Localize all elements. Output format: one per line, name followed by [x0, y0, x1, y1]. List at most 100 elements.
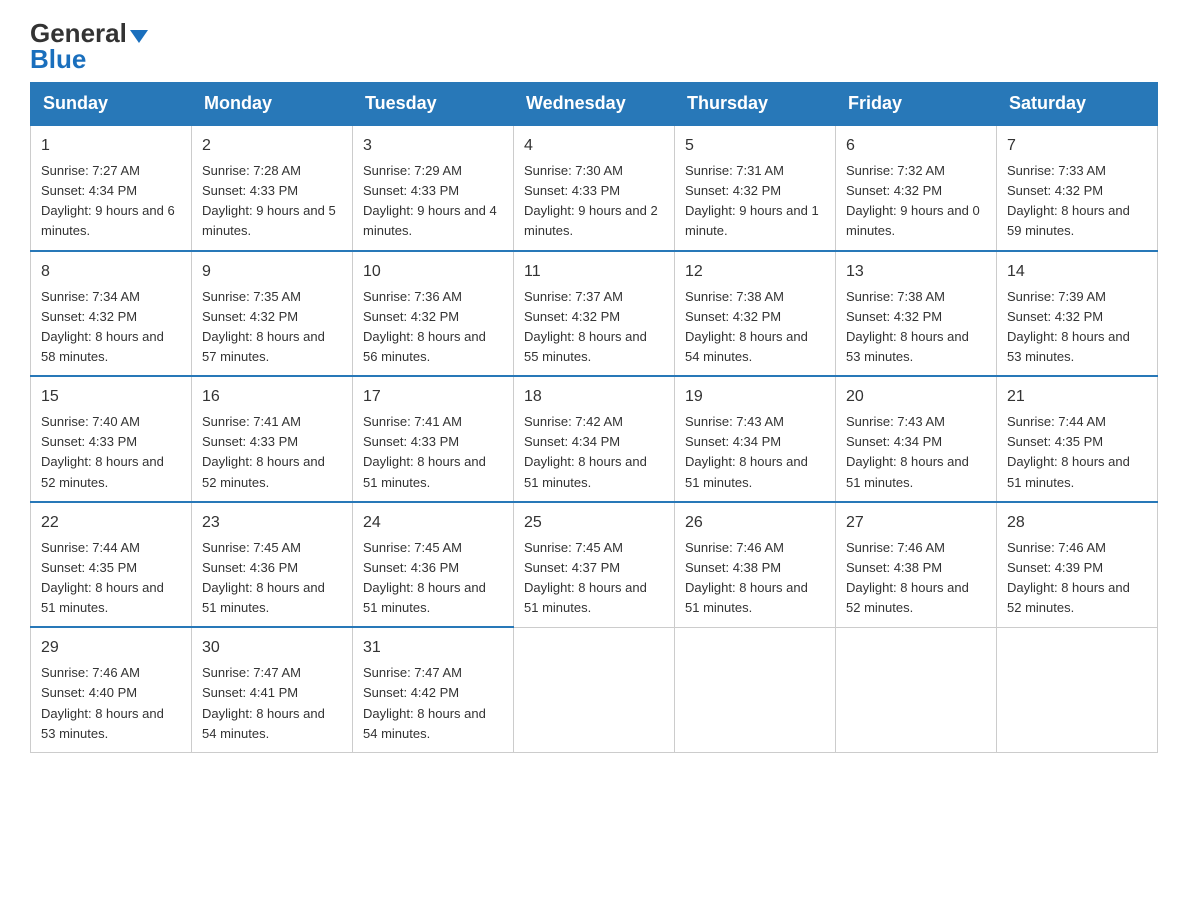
day-number: 31	[363, 636, 503, 660]
calendar-day-cell: 16 Sunrise: 7:41 AM Sunset: 4:33 PM Dayl…	[192, 376, 353, 502]
day-info: Sunrise: 7:33 AM Sunset: 4:32 PM Dayligh…	[1007, 161, 1147, 242]
day-info: Sunrise: 7:46 AM Sunset: 4:38 PM Dayligh…	[846, 538, 986, 619]
day-info: Sunrise: 7:42 AM Sunset: 4:34 PM Dayligh…	[524, 412, 664, 493]
day-number: 7	[1007, 134, 1147, 158]
day-info: Sunrise: 7:46 AM Sunset: 4:39 PM Dayligh…	[1007, 538, 1147, 619]
calendar-day-cell: 4 Sunrise: 7:30 AM Sunset: 4:33 PM Dayli…	[514, 125, 675, 251]
calendar-day-cell: 25 Sunrise: 7:45 AM Sunset: 4:37 PM Dayl…	[514, 502, 675, 628]
day-info: Sunrise: 7:27 AM Sunset: 4:34 PM Dayligh…	[41, 161, 181, 242]
day-number: 1	[41, 134, 181, 158]
calendar-day-cell: 26 Sunrise: 7:46 AM Sunset: 4:38 PM Dayl…	[675, 502, 836, 628]
day-info: Sunrise: 7:32 AM Sunset: 4:32 PM Dayligh…	[846, 161, 986, 242]
day-info: Sunrise: 7:43 AM Sunset: 4:34 PM Dayligh…	[685, 412, 825, 493]
calendar-day-cell: 3 Sunrise: 7:29 AM Sunset: 4:33 PM Dayli…	[353, 125, 514, 251]
calendar-week-row: 15 Sunrise: 7:40 AM Sunset: 4:33 PM Dayl…	[31, 376, 1158, 502]
logo-triangle-icon	[130, 30, 148, 43]
day-number: 26	[685, 511, 825, 535]
day-number: 18	[524, 385, 664, 409]
day-info: Sunrise: 7:45 AM Sunset: 4:36 PM Dayligh…	[202, 538, 342, 619]
day-number: 24	[363, 511, 503, 535]
day-info: Sunrise: 7:39 AM Sunset: 4:32 PM Dayligh…	[1007, 287, 1147, 368]
calendar-week-row: 29 Sunrise: 7:46 AM Sunset: 4:40 PM Dayl…	[31, 627, 1158, 752]
calendar-day-cell: 15 Sunrise: 7:40 AM Sunset: 4:33 PM Dayl…	[31, 376, 192, 502]
calendar-day-cell: 9 Sunrise: 7:35 AM Sunset: 4:32 PM Dayli…	[192, 251, 353, 377]
day-number: 8	[41, 260, 181, 284]
day-number: 15	[41, 385, 181, 409]
calendar-day-cell: 2 Sunrise: 7:28 AM Sunset: 4:33 PM Dayli…	[192, 125, 353, 251]
calendar-week-row: 1 Sunrise: 7:27 AM Sunset: 4:34 PM Dayli…	[31, 125, 1158, 251]
calendar-day-cell: 1 Sunrise: 7:27 AM Sunset: 4:34 PM Dayli…	[31, 125, 192, 251]
day-of-week-header: Thursday	[675, 83, 836, 126]
calendar-empty-cell	[514, 627, 675, 752]
calendar-day-cell: 23 Sunrise: 7:45 AM Sunset: 4:36 PM Dayl…	[192, 502, 353, 628]
calendar-day-cell: 13 Sunrise: 7:38 AM Sunset: 4:32 PM Dayl…	[836, 251, 997, 377]
calendar-day-cell: 18 Sunrise: 7:42 AM Sunset: 4:34 PM Dayl…	[514, 376, 675, 502]
day-number: 12	[685, 260, 825, 284]
calendar-day-cell: 28 Sunrise: 7:46 AM Sunset: 4:39 PM Dayl…	[997, 502, 1158, 628]
logo-blue-text: Blue	[30, 46, 86, 72]
calendar-week-row: 22 Sunrise: 7:44 AM Sunset: 4:35 PM Dayl…	[31, 502, 1158, 628]
day-info: Sunrise: 7:44 AM Sunset: 4:35 PM Dayligh…	[1007, 412, 1147, 493]
day-info: Sunrise: 7:45 AM Sunset: 4:36 PM Dayligh…	[363, 538, 503, 619]
day-info: Sunrise: 7:43 AM Sunset: 4:34 PM Dayligh…	[846, 412, 986, 493]
calendar-day-cell: 20 Sunrise: 7:43 AM Sunset: 4:34 PM Dayl…	[836, 376, 997, 502]
day-info: Sunrise: 7:40 AM Sunset: 4:33 PM Dayligh…	[41, 412, 181, 493]
calendar-week-row: 8 Sunrise: 7:34 AM Sunset: 4:32 PM Dayli…	[31, 251, 1158, 377]
day-number: 28	[1007, 511, 1147, 535]
calendar-day-cell: 22 Sunrise: 7:44 AM Sunset: 4:35 PM Dayl…	[31, 502, 192, 628]
day-of-week-header: Tuesday	[353, 83, 514, 126]
day-number: 16	[202, 385, 342, 409]
calendar-day-cell: 7 Sunrise: 7:33 AM Sunset: 4:32 PM Dayli…	[997, 125, 1158, 251]
day-number: 9	[202, 260, 342, 284]
day-number: 27	[846, 511, 986, 535]
day-info: Sunrise: 7:35 AM Sunset: 4:32 PM Dayligh…	[202, 287, 342, 368]
calendar-day-cell: 19 Sunrise: 7:43 AM Sunset: 4:34 PM Dayl…	[675, 376, 836, 502]
calendar-day-cell: 12 Sunrise: 7:38 AM Sunset: 4:32 PM Dayl…	[675, 251, 836, 377]
day-number: 23	[202, 511, 342, 535]
calendar-empty-cell	[997, 627, 1158, 752]
day-header-row: SundayMondayTuesdayWednesdayThursdayFrid…	[31, 83, 1158, 126]
day-number: 14	[1007, 260, 1147, 284]
day-number: 22	[41, 511, 181, 535]
day-info: Sunrise: 7:41 AM Sunset: 4:33 PM Dayligh…	[363, 412, 503, 493]
day-number: 3	[363, 134, 503, 158]
day-number: 30	[202, 636, 342, 660]
day-info: Sunrise: 7:46 AM Sunset: 4:40 PM Dayligh…	[41, 663, 181, 744]
day-info: Sunrise: 7:31 AM Sunset: 4:32 PM Dayligh…	[685, 161, 825, 242]
day-info: Sunrise: 7:44 AM Sunset: 4:35 PM Dayligh…	[41, 538, 181, 619]
calendar-day-cell: 24 Sunrise: 7:45 AM Sunset: 4:36 PM Dayl…	[353, 502, 514, 628]
day-of-week-header: Monday	[192, 83, 353, 126]
calendar-day-cell: 31 Sunrise: 7:47 AM Sunset: 4:42 PM Dayl…	[353, 627, 514, 752]
day-info: Sunrise: 7:46 AM Sunset: 4:38 PM Dayligh…	[685, 538, 825, 619]
day-number: 19	[685, 385, 825, 409]
day-info: Sunrise: 7:38 AM Sunset: 4:32 PM Dayligh…	[846, 287, 986, 368]
calendar-empty-cell	[836, 627, 997, 752]
day-info: Sunrise: 7:28 AM Sunset: 4:33 PM Dayligh…	[202, 161, 342, 242]
calendar-day-cell: 27 Sunrise: 7:46 AM Sunset: 4:38 PM Dayl…	[836, 502, 997, 628]
day-info: Sunrise: 7:45 AM Sunset: 4:37 PM Dayligh…	[524, 538, 664, 619]
day-number: 25	[524, 511, 664, 535]
calendar-header: SundayMondayTuesdayWednesdayThursdayFrid…	[31, 83, 1158, 126]
calendar-day-cell: 21 Sunrise: 7:44 AM Sunset: 4:35 PM Dayl…	[997, 376, 1158, 502]
day-of-week-header: Friday	[836, 83, 997, 126]
day-number: 17	[363, 385, 503, 409]
calendar-day-cell: 5 Sunrise: 7:31 AM Sunset: 4:32 PM Dayli…	[675, 125, 836, 251]
page-header: General Blue	[30, 20, 1158, 72]
day-info: Sunrise: 7:38 AM Sunset: 4:32 PM Dayligh…	[685, 287, 825, 368]
day-number: 11	[524, 260, 664, 284]
day-number: 6	[846, 134, 986, 158]
logo: General Blue	[30, 20, 148, 72]
calendar-empty-cell	[675, 627, 836, 752]
calendar-table: SundayMondayTuesdayWednesdayThursdayFrid…	[30, 82, 1158, 753]
day-number: 2	[202, 134, 342, 158]
calendar-day-cell: 14 Sunrise: 7:39 AM Sunset: 4:32 PM Dayl…	[997, 251, 1158, 377]
calendar-day-cell: 8 Sunrise: 7:34 AM Sunset: 4:32 PM Dayli…	[31, 251, 192, 377]
day-info: Sunrise: 7:37 AM Sunset: 4:32 PM Dayligh…	[524, 287, 664, 368]
day-number: 29	[41, 636, 181, 660]
day-number: 21	[1007, 385, 1147, 409]
day-of-week-header: Wednesday	[514, 83, 675, 126]
day-info: Sunrise: 7:47 AM Sunset: 4:41 PM Dayligh…	[202, 663, 342, 744]
calendar-day-cell: 30 Sunrise: 7:47 AM Sunset: 4:41 PM Dayl…	[192, 627, 353, 752]
day-number: 4	[524, 134, 664, 158]
day-of-week-header: Sunday	[31, 83, 192, 126]
